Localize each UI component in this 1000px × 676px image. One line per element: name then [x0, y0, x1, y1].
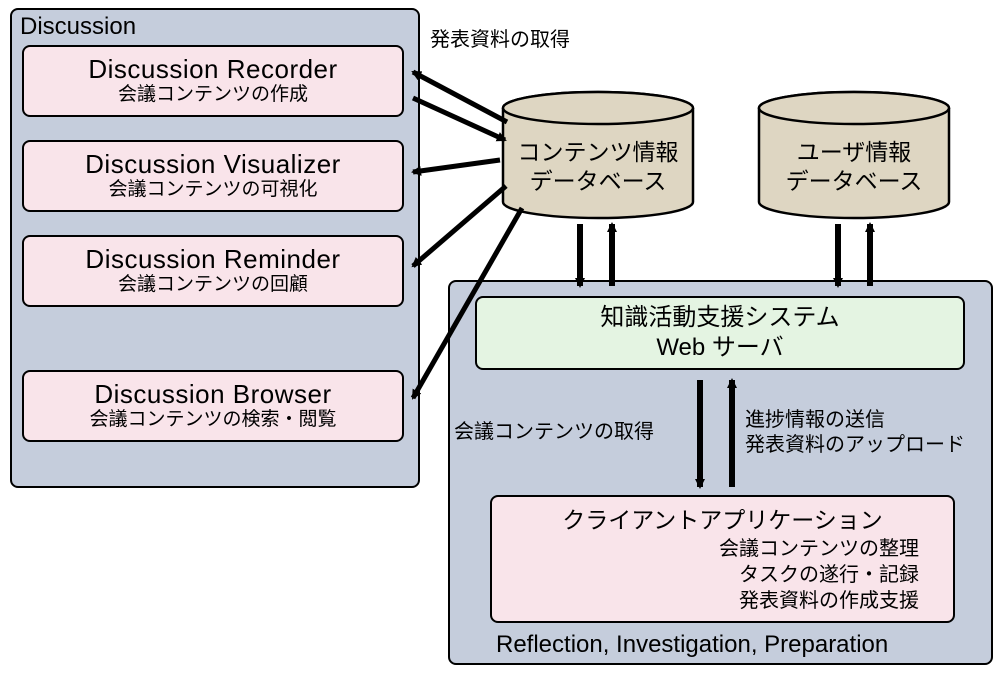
arrows-layer	[0, 0, 1000, 676]
arrow-recorder-to-db	[413, 98, 505, 140]
arrow-db-to-reminder	[413, 186, 506, 266]
arrow-db-to-visualizer	[413, 160, 500, 172]
arrow-db-to-recorder	[413, 72, 507, 122]
arrow-db-to-browser	[413, 208, 522, 398]
